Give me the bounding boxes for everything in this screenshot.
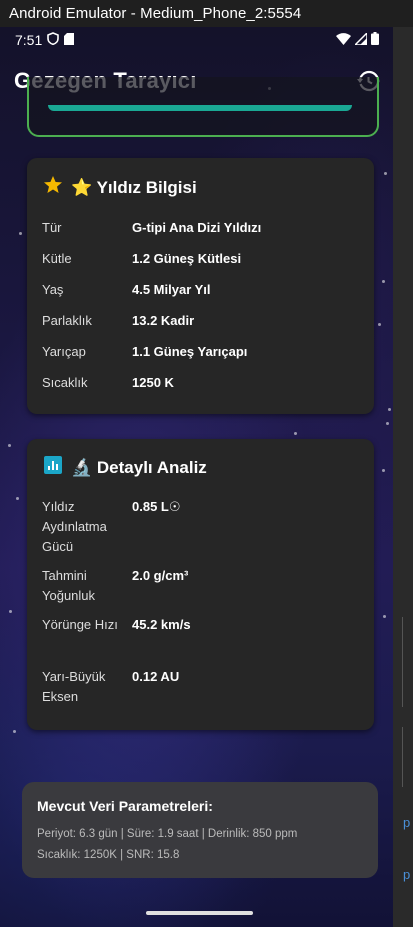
strip-divider [402, 617, 403, 707]
data-parameters-card: Mevcut Veri Parametreleri: Periyot: 6.3 … [22, 782, 378, 878]
signal-icon [353, 31, 368, 48]
emulator-window-title: Android Emulator - Medium_Phone_2:5554 [0, 0, 413, 27]
row-label: Sıcaklık [42, 375, 88, 390]
card-title: 🔬 Detaylı Analiz [71, 457, 207, 477]
row-label: Yarıçap [42, 344, 86, 359]
shield-icon [47, 32, 60, 48]
row-value: 45.2 km/s [132, 617, 191, 632]
phone-screen: 7:51 Gezegen Tarayıcı [0, 27, 393, 927]
row-label: Yaş [42, 282, 64, 297]
strip-mark: p [403, 815, 411, 830]
status-bar: 7:51 [0, 27, 393, 53]
row-label: Yıldız Aydınlatma Gücü [42, 499, 107, 554]
row-label: Yarı-Büyük Eksen [42, 669, 106, 704]
row-value: 1.2 Güneş Kütlesi [132, 251, 242, 266]
battery-icon [371, 32, 379, 48]
gesture-nav-handle[interactable] [146, 911, 253, 915]
row-value: G-tipi Ana Dizi Yıldızı [132, 220, 262, 235]
star-info-card: ⭐ Yıldız Bilgisi Tür G-tipi Ana Dizi Yıl… [27, 158, 374, 414]
params-line-2: Sıcaklık: 1250K | SNR: 15.8 [37, 849, 180, 861]
row-value: 0.12 AU [132, 669, 180, 684]
detailed-analysis-card: 🔬 Detaylı Analiz Yıldız Aydınlatma Gücü … [27, 439, 374, 730]
row-label: Tür [42, 220, 62, 235]
row-value: 1250 K [132, 375, 174, 390]
scan-button[interactable] [48, 105, 352, 111]
row-value: 4.5 Milyar Yıl [132, 282, 211, 297]
row-label: Kütle [42, 251, 72, 266]
card-title: ⭐ Yıldız Bilgisi [71, 177, 197, 197]
params-title: Mevcut Veri Parametreleri: [37, 798, 213, 814]
sd-card-icon [64, 32, 75, 48]
strip-mark: p [403, 867, 411, 882]
row-label: Parlaklık [42, 313, 92, 328]
wifi-icon [336, 32, 351, 48]
star-icon [43, 175, 63, 200]
strip-divider [402, 727, 403, 787]
row-value: 1.1 Güneş Yarıçapı [132, 344, 248, 359]
params-line-1: Periyot: 6.3 gün | Süre: 1.9 saat | Deri… [37, 828, 298, 840]
row-label: Yörünge Hızı [42, 617, 118, 632]
status-time: 7:51 [15, 32, 43, 48]
row-label: Tahmini Yoğunluk [42, 568, 96, 603]
previous-card [27, 77, 379, 137]
row-value: 2.0 g/cm³ [132, 568, 189, 583]
row-value: 13.2 Kadir [132, 313, 195, 328]
emulator-side-strip: p p [393, 27, 413, 927]
row-value: 0.85 L☉ [132, 499, 181, 514]
analytics-icon [43, 455, 63, 480]
